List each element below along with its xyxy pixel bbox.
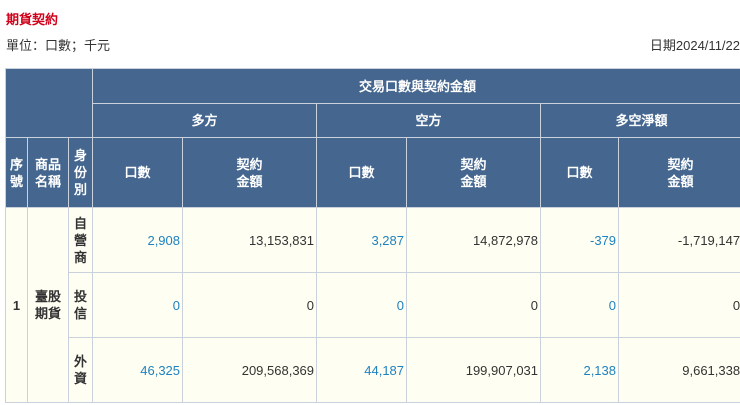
net-amount-cell: -1,719,147 — [618, 207, 740, 273]
header-seq: 序 號 — [5, 137, 28, 208]
header-short-lots: 口數 — [316, 137, 408, 208]
date-label: 日期2024/11/22 — [649, 38, 740, 53]
header-net-lots: 口數 — [540, 137, 620, 208]
header-net: 多空淨額 — [540, 103, 740, 138]
unit-label: 單位：口數；千元 — [6, 38, 111, 53]
long-amount-cell: 209,568,369 — [182, 337, 318, 403]
net-amount-cell: 0 — [618, 272, 740, 338]
header-long: 多方 — [92, 103, 318, 138]
page-title: 期貨契約 — [6, 12, 59, 27]
net-amount-cell: 9,661,338 — [618, 337, 740, 403]
long-lots-link[interactable]: 46,325 — [92, 337, 184, 403]
futures-table: 交易口數與契約金額 多方 空方 多空淨額 序 號 商品 名稱 身 份 別 口數 … — [4, 68, 740, 403]
seq-cell: 1 — [5, 207, 28, 403]
short-lots-link[interactable]: 3,287 — [316, 207, 408, 273]
short-amount-cell: 199,907,031 — [406, 337, 542, 403]
long-amount-cell: 13,153,831 — [182, 207, 318, 273]
short-lots-link[interactable]: 0 — [316, 272, 408, 338]
header-identity: 身 份 別 — [67, 137, 94, 208]
header-net-amount: 契約 金額 — [618, 137, 740, 208]
identity-cell: 外 資 — [67, 337, 94, 403]
identity-cell: 自 營 商 — [67, 207, 94, 273]
table-row: 1 臺股 期貨 自 營 商 2,908 13,153,831 3,287 14,… — [5, 207, 740, 403]
short-amount-cell: 0 — [406, 272, 542, 338]
product-cell: 臺股 期貨 — [27, 207, 69, 403]
long-amount-cell: 0 — [182, 272, 318, 338]
header-product: 商品 名稱 — [27, 137, 69, 208]
long-lots-link[interactable]: 0 — [92, 272, 184, 338]
identity-cell: 投 信 — [67, 272, 94, 338]
header-long-amount: 契約 金額 — [182, 137, 318, 208]
long-lots-link[interactable]: 2,908 — [92, 207, 184, 273]
net-lots-link[interactable]: -379 — [540, 207, 620, 273]
table-row: 外 資 46,325 209,568,369 44,187 199,907,03… — [6, 337, 740, 403]
net-lots-link[interactable]: 2,138 — [540, 337, 620, 403]
header-short-amount: 契約 金額 — [406, 137, 542, 208]
short-lots-link[interactable]: 44,187 — [316, 337, 408, 403]
table-row: 投 信 0 0 0 0 0 0 — [6, 272, 740, 338]
header-long-lots: 口數 — [92, 137, 184, 208]
net-lots-link[interactable]: 0 — [540, 272, 620, 338]
short-amount-cell: 14,872,978 — [406, 207, 542, 273]
header-blank — [4, 68, 94, 138]
header-group: 交易口數與契約金額 — [92, 68, 740, 104]
header-short: 空方 — [316, 103, 542, 138]
